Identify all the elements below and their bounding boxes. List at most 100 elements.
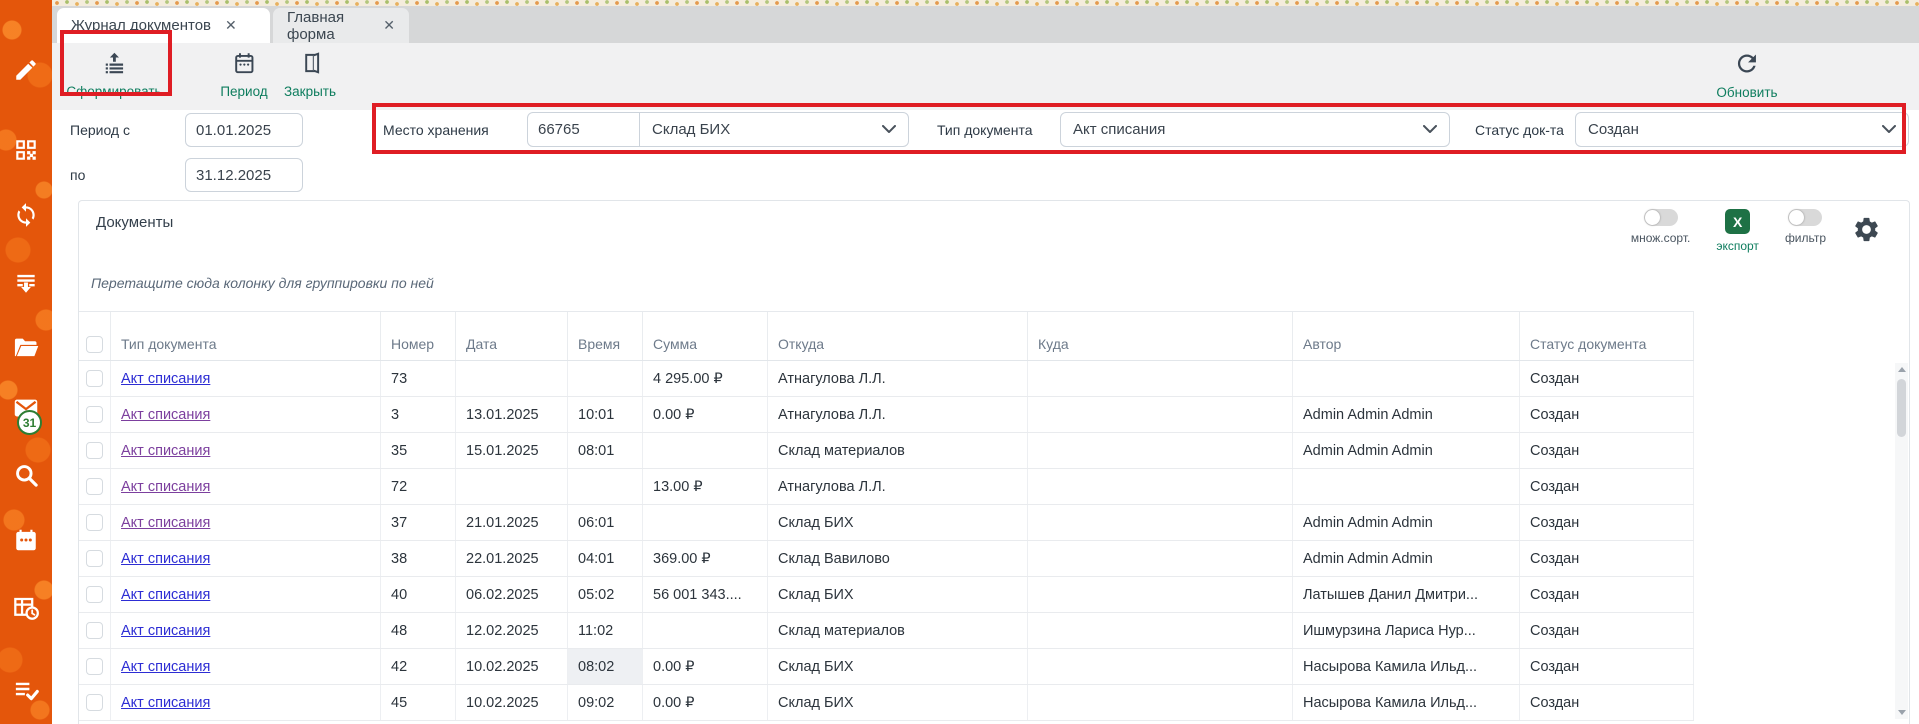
cell-cb [79,577,111,612]
document-link[interactable]: Акт списания [121,695,210,711]
storage-code-input[interactable]: 66765 [528,113,640,146]
calendar-icon[interactable] [13,527,39,553]
vertical-scrollbar[interactable] [1895,363,1908,719]
doc-type-select[interactable]: Акт списания [1060,112,1450,147]
table-clock-icon[interactable] [13,595,40,622]
cell-type: Акт списания [111,361,381,396]
tab-document-journal[interactable]: Журнал документов ✕ [57,8,270,43]
generate-button[interactable]: Сформировать [66,50,161,99]
column-header-status[interactable]: Статус документа [1520,312,1694,360]
doc-status-select[interactable]: Создан [1575,112,1909,147]
chevron-down-icon[interactable] [1423,125,1437,134]
cell-sum: 369.00 ₽ [643,541,768,576]
column-header-sum[interactable]: Сумма [643,312,768,360]
close-button[interactable]: Закрыть [284,50,336,99]
select-all-checkbox[interactable] [86,336,103,353]
period-to-input[interactable] [185,158,303,192]
cell-date: 10.02.2025 [456,649,568,684]
cell-sum: 0.00 ₽ [643,649,768,684]
row-checkbox[interactable] [86,586,103,603]
row-checkbox[interactable] [86,658,103,675]
cell-from: Атнагулова Л.Л. [768,397,1028,432]
column-header-to[interactable]: Куда [1028,312,1293,360]
document-link[interactable]: Акт списания [121,371,210,387]
document-link[interactable]: Акт списания [121,551,210,567]
pencil-icon[interactable] [13,57,39,83]
cell-author: Насырова Камила Ильд... [1293,685,1520,720]
upload-list-icon [101,50,127,81]
close-icon[interactable]: ✕ [225,17,237,34]
close-icon[interactable]: ✕ [383,17,395,34]
search-icon[interactable] [13,462,40,489]
table-row: Акт списания7213.00 ₽Атнагулова Л.Л.Созд… [79,469,1694,505]
multisort-label: множ.сорт. [1631,231,1691,245]
row-checkbox[interactable] [86,442,103,459]
document-link[interactable]: Акт списания [121,659,210,675]
column-header-from[interactable]: Откуда [768,312,1028,360]
chevron-down-icon[interactable] [882,125,896,134]
sync-icon[interactable] [13,202,39,228]
toggle-switch-off[interactable] [1644,209,1678,226]
refresh-button[interactable]: Обновить [1716,50,1777,100]
row-checkbox[interactable] [86,370,103,387]
row-checkbox[interactable] [86,550,103,567]
column-header-author[interactable]: Автор [1293,312,1520,360]
scrollbar-thumb[interactable] [1897,379,1906,437]
column-header-number[interactable]: Номер [381,312,456,360]
document-link[interactable]: Акт списания [121,479,210,495]
qr-code-icon[interactable] [13,137,39,163]
row-checkbox[interactable] [86,514,103,531]
cell-cb [79,469,111,504]
period-button[interactable]: Период [220,50,267,99]
cell-status: Создан [1520,433,1694,468]
period-to-label: по [70,167,85,183]
row-checkbox[interactable] [86,406,103,423]
table-row: Акт списания4006.02.202505:0256 001 343.… [79,577,1694,613]
list-download-icon[interactable] [13,270,39,296]
document-link[interactable]: Акт списания [121,623,210,639]
row-checkbox[interactable] [86,694,103,711]
filter-toggle[interactable]: фильтр [1785,209,1826,245]
cell-sum [643,505,768,540]
tab-main-form[interactable]: Главная форма ✕ [273,8,409,43]
select-all-header [79,312,111,360]
document-link[interactable]: Акт списания [121,407,210,423]
column-header-date[interactable]: Дата [456,312,568,360]
toggle-switch-off[interactable] [1788,209,1822,226]
cell-cb [79,613,111,648]
document-link[interactable]: Акт списания [121,515,210,531]
cell-from: Атнагулова Л.Л. [768,469,1028,504]
row-checkbox[interactable] [86,478,103,495]
column-header-type[interactable]: Тип документа [111,312,381,360]
cell-status: Создан [1520,469,1694,504]
multisort-toggle[interactable]: множ.сорт. [1631,209,1691,245]
chevron-down-icon[interactable] [1882,125,1896,134]
export-button[interactable]: X экспорт [1716,209,1759,253]
excel-icon[interactable]: X [1725,209,1750,234]
scroll-up-arrow[interactable] [1895,363,1908,376]
cell-sum: 4 295.00 ₽ [643,361,768,396]
period-from-label: Период с [70,122,130,138]
export-label: экспорт [1716,239,1759,253]
cell-number: 73 [381,361,456,396]
column-header-time[interactable]: Время [568,312,643,360]
tab-label: Главная форма [287,9,369,43]
generate-label: Сформировать [66,84,161,99]
cell-cb [79,685,111,720]
period-from-input[interactable] [185,113,303,147]
scroll-down-arrow[interactable] [1895,706,1908,719]
folder-icon[interactable] [12,334,40,362]
cell-sum: 0.00 ₽ [643,397,768,432]
gear-icon[interactable] [1852,215,1881,244]
storage-select[interactable]: 66765 Склад БИХ [527,112,909,147]
row-checkbox[interactable] [86,622,103,639]
door-icon [297,50,323,81]
group-by-hint: Перетащите сюда колонку для группировки … [91,275,434,291]
close-label: Закрыть [284,84,336,99]
cell-status: Создан [1520,397,1694,432]
checklist-icon[interactable] [13,677,40,704]
cell-author: Admin Admin Admin [1293,433,1520,468]
document-link[interactable]: Акт списания [121,443,210,459]
cell-from: Склад Вавилово [768,541,1028,576]
document-link[interactable]: Акт списания [121,587,210,603]
